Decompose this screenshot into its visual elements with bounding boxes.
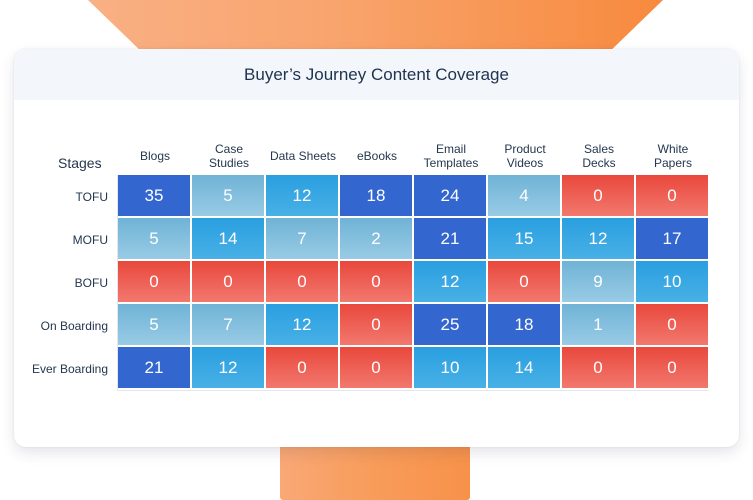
row-header: TOFU bbox=[75, 190, 108, 204]
funnel-top-decoration bbox=[88, 0, 663, 50]
chart-title: Buyer’s Journey Content Coverage bbox=[244, 64, 509, 84]
grid-frame-bottom bbox=[117, 390, 709, 391]
heatmap-cell: 21 bbox=[414, 218, 486, 259]
heatmap-cell: 0 bbox=[636, 304, 708, 345]
heatmap-cell: 14 bbox=[488, 347, 560, 388]
heatmap-cell: 0 bbox=[562, 347, 634, 388]
heatmap-cell: 10 bbox=[636, 261, 708, 302]
heatmap-cell: 7 bbox=[192, 304, 264, 345]
heatmap-cell: 0 bbox=[192, 261, 264, 302]
card-header: Buyer’s Journey Content Coverage bbox=[14, 49, 739, 100]
heatmap-cell: 12 bbox=[266, 304, 338, 345]
column-header: Sales Decks bbox=[582, 142, 616, 170]
heatmap-cell: 14 bbox=[192, 218, 264, 259]
column-header: Email Templates bbox=[423, 142, 479, 170]
heatmap-cell: 0 bbox=[488, 261, 560, 302]
column-header: Blogs bbox=[139, 149, 171, 163]
heatmap-cell: 0 bbox=[340, 347, 412, 388]
column-header: Product Videos bbox=[504, 142, 546, 170]
heatmap-cell: 24 bbox=[414, 175, 486, 216]
column-header: Data Sheets bbox=[269, 149, 337, 163]
heatmap-cell: 25 bbox=[414, 304, 486, 345]
heatmap-cell: 15 bbox=[488, 218, 560, 259]
heatmap-cell: 17 bbox=[636, 218, 708, 259]
heatmap-cell: 0 bbox=[636, 347, 708, 388]
heatmap-card: Buyer’s Journey Content Coverage Stages … bbox=[14, 49, 739, 447]
row-header: On Boarding bbox=[40, 319, 108, 333]
heatmap-cell: 18 bbox=[488, 304, 560, 345]
heatmap-cell: 18 bbox=[340, 175, 412, 216]
heatmap-cell: 12 bbox=[266, 175, 338, 216]
heatmap-cell: 5 bbox=[118, 304, 190, 345]
row-header: MOFU bbox=[72, 233, 108, 247]
column-header: Case Studies bbox=[208, 142, 250, 170]
heatmap-cell: 1 bbox=[562, 304, 634, 345]
heatmap-cell: 9 bbox=[562, 261, 634, 302]
heatmap-cell: 0 bbox=[340, 261, 412, 302]
heatmap-cell: 12 bbox=[414, 261, 486, 302]
funnel-bottom-decoration bbox=[280, 440, 470, 500]
column-header: White Papers bbox=[653, 142, 693, 170]
heatmap-cell: 35 bbox=[118, 175, 190, 216]
heatmap-cell: 21 bbox=[118, 347, 190, 388]
heatmap-cell: 12 bbox=[192, 347, 264, 388]
heatmap-cell: 0 bbox=[266, 347, 338, 388]
row-header: BOFU bbox=[74, 276, 108, 290]
heatmap-cell: 4 bbox=[488, 175, 560, 216]
heatmap-cell: 2 bbox=[340, 218, 412, 259]
heatmap-cell: 0 bbox=[340, 304, 412, 345]
row-header: Ever Boarding bbox=[31, 362, 108, 376]
heatmap-cell: 10 bbox=[414, 347, 486, 388]
column-header: eBooks bbox=[356, 149, 398, 163]
heatmap-cell: 7 bbox=[266, 218, 338, 259]
heatmap-cell: 0 bbox=[266, 261, 338, 302]
heatmap-cell: 5 bbox=[192, 175, 264, 216]
y-axis-label: Stages bbox=[58, 155, 102, 171]
heatmap-cell: 0 bbox=[118, 261, 190, 302]
heatmap-cell: 0 bbox=[636, 175, 708, 216]
heatmap-cell: 12 bbox=[562, 218, 634, 259]
heatmap-cell: 0 bbox=[562, 175, 634, 216]
heatmap-cell: 5 bbox=[118, 218, 190, 259]
